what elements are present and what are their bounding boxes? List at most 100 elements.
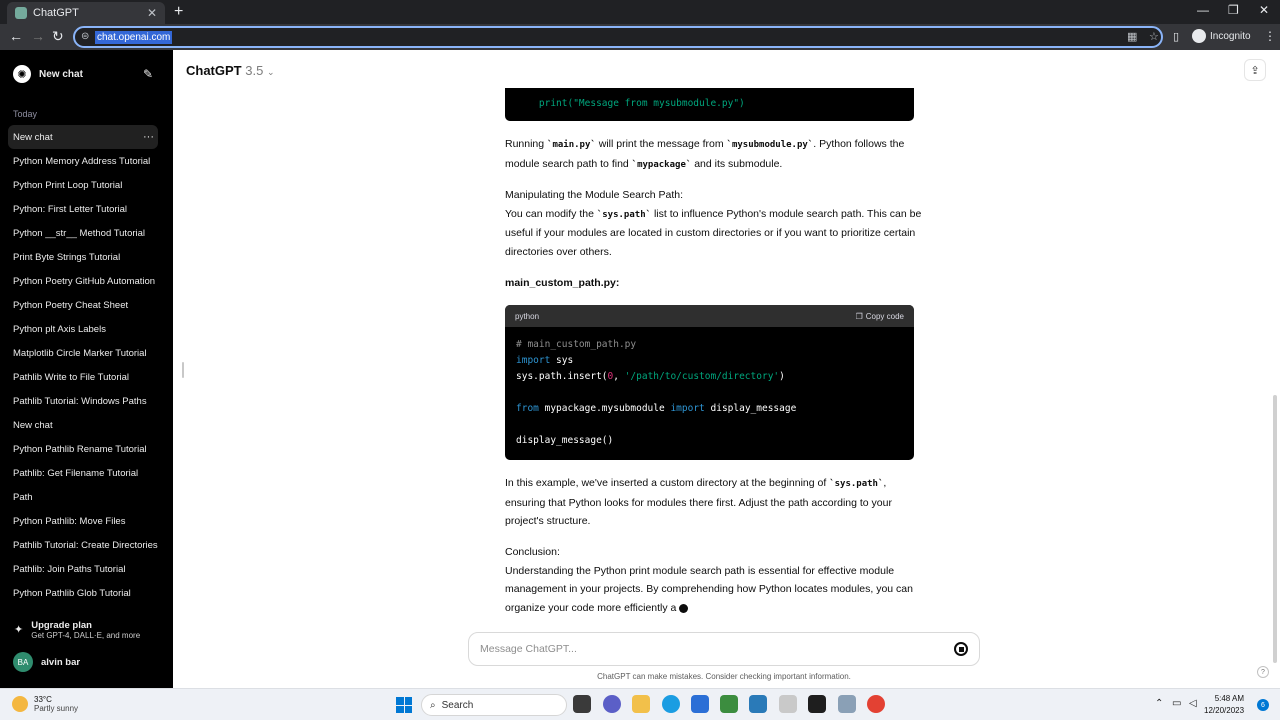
chat-item-label: Pathlib Tutorial: Create Directories — [13, 539, 158, 551]
chat-item[interactable]: Python plt Axis Labels — [8, 317, 158, 341]
minimize-icon[interactable]: — — [1197, 3, 1209, 17]
clock-time: 5:48 AM — [1214, 694, 1245, 703]
new-tab-icon[interactable]: + — [174, 3, 183, 21]
share-icon: ⇪ — [1250, 64, 1260, 77]
chat-item[interactable]: Pathlib Write to File Tutorial — [8, 365, 158, 389]
browser-tab[interactable]: ChatGPT ✕ — [7, 2, 165, 24]
browser-nav-bar: ← → ↻ ⊜ chat.openai.com ▦ ☆ ▯ Incognito … — [0, 24, 1280, 50]
clock-date: 12/20/2023 — [1204, 706, 1245, 715]
forward-icon[interactable]: → — [31, 28, 45, 44]
chat-item[interactable]: Pathlib Tutorial: Create Directories — [8, 533, 158, 557]
stop-generating-button[interactable] — [954, 642, 968, 656]
chat-item[interactable]: Pathlib: Join Paths Tutorial — [8, 557, 158, 581]
taskbar: 33°C Partly sunny ⌕ Search ⌃ ▭ ◁ 5:48 AM… — [0, 688, 1280, 720]
back-icon[interactable]: ← — [9, 28, 23, 44]
stop-icon — [958, 646, 964, 652]
chat-item-label: Print Byte Strings Tutorial — [13, 251, 121, 263]
model-version: 3.5 — [245, 63, 264, 78]
restore-icon[interactable]: ❐ — [1228, 3, 1239, 17]
chat-item[interactable]: Pathlib: Get Filename Tutorial — [8, 461, 158, 485]
reload-icon[interactable]: ↻ — [52, 28, 64, 45]
chrome-icon[interactable] — [867, 695, 885, 713]
code-token: display_message — [704, 403, 797, 414]
store-icon[interactable] — [691, 695, 709, 713]
browser-menu-icon[interactable]: ⋮ — [1264, 29, 1276, 43]
chat-item-label: Pathlib: Get Filename Tutorial — [13, 467, 139, 479]
typing-cursor-icon — [679, 603, 689, 613]
chat-item[interactable]: New chat ··· — [8, 125, 158, 149]
chat-item[interactable]: Matplotlib Circle Marker Tutorial — [8, 341, 158, 365]
site-info-icon[interactable]: ⊜ — [81, 31, 89, 42]
chat-item-label: Pathlib Write to File Tutorial — [13, 371, 129, 383]
sidebar-resize-handle[interactable] — [182, 362, 184, 378]
vscode-icon[interactable] — [749, 695, 767, 713]
edge-icon[interactable] — [662, 695, 680, 713]
chat-item[interactable]: Python Pathlib: Move Files — [8, 509, 158, 533]
chatgpt-favicon-icon — [15, 7, 27, 19]
file-explorer-icon[interactable] — [632, 695, 650, 713]
utility-app-icon[interactable] — [838, 695, 856, 713]
openai-logo-icon: ✺ — [13, 65, 31, 83]
incognito-indicator[interactable]: Incognito — [1192, 29, 1251, 43]
task-view-icon[interactable] — [573, 695, 591, 713]
help-icon[interactable]: ? — [1257, 666, 1269, 678]
new-chat-label: New chat — [39, 68, 83, 80]
chat-item[interactable]: Python Memory Address Tutorial — [8, 149, 158, 173]
network-icon[interactable]: ▭ — [1172, 698, 1181, 709]
more-options-icon[interactable]: ··· — [143, 131, 154, 143]
scrollbar[interactable] — [1273, 395, 1277, 663]
chat-item[interactable]: Path — [8, 485, 158, 509]
notification-badge[interactable]: 6 — [1257, 699, 1269, 711]
bookmark-star-icon[interactable]: ☆ — [1149, 30, 1159, 43]
chat-item[interactable]: New chat — [8, 413, 158, 437]
code-token: mypackage.mysubmodule — [538, 403, 671, 414]
section-heading: Manipulating the Module Search Path: — [505, 189, 684, 201]
code-line: sys.path.insert(0, '/path/to/custom/dire… — [516, 369, 903, 385]
notepad-icon[interactable] — [720, 695, 738, 713]
side-panel-icon[interactable]: ▯ — [1173, 30, 1179, 43]
terminal-icon[interactable] — [808, 695, 826, 713]
chat-item[interactable]: Python Poetry Cheat Sheet — [8, 293, 158, 317]
chat-item[interactable]: Pathlib Tutorial: Windows Paths — [8, 389, 158, 413]
pdf-app-icon[interactable] — [779, 695, 797, 713]
code-block: python ❐ Copy code # main_custom_path.py… — [505, 305, 914, 460]
weather-condition: Partly sunny — [34, 704, 79, 713]
copy-code-button[interactable]: ❐ Copy code — [856, 312, 904, 321]
chat-item[interactable]: Python __str__ Method Tutorial — [8, 221, 158, 245]
volume-icon[interactable]: ◁ — [1189, 698, 1197, 709]
chat-item-label: Python Pathlib Glob Tutorial — [13, 587, 131, 599]
edit-icon[interactable]: ✎ — [143, 67, 153, 81]
windows-start-icon[interactable] — [396, 697, 412, 713]
qr-code-icon[interactable]: ▦ — [1127, 30, 1137, 43]
incognito-label: Incognito — [1210, 30, 1251, 42]
user-menu[interactable]: BA alvin bar — [13, 652, 80, 672]
chat-item[interactable]: Python Pathlib Glob Tutorial — [8, 581, 158, 605]
chat-item[interactable]: Python: First Letter Tutorial — [8, 197, 158, 221]
model-selector[interactable]: ChatGPT 3.5 ⌄ — [186, 63, 275, 78]
browser-tab-bar: ChatGPT ✕ + — ❐ ✕ — [0, 0, 1280, 24]
new-chat-button[interactable]: ✺ New chat — [13, 65, 83, 83]
window-close-icon[interactable]: ✕ — [1259, 3, 1269, 17]
upgrade-plan-button[interactable]: ✦ Upgrade plan Get GPT-4, DALL·E, and mo… — [14, 620, 140, 640]
system-clock[interactable]: 5:48 AM 12/20/2023 — [1204, 693, 1244, 717]
address-bar[interactable]: ⊜ chat.openai.com ▦ ☆ — [73, 26, 1163, 48]
chat-item[interactable]: Python Poetry GitHub Automation — [8, 269, 158, 293]
message-composer[interactable] — [468, 632, 980, 666]
chat-item-label: Python Pathlib: Move Files — [13, 515, 126, 527]
chat-item[interactable]: Print Byte Strings Tutorial — [8, 245, 158, 269]
message-input[interactable] — [480, 643, 954, 655]
chat-app-icon[interactable] — [603, 695, 621, 713]
code-token: sys.path.insert( — [516, 371, 608, 382]
chat-item[interactable]: Python Pathlib Rename Tutorial — [8, 437, 158, 461]
chat-item[interactable]: Python Print Loop Tutorial — [8, 173, 158, 197]
paragraph: In this example, we've inserted a custom… — [505, 474, 925, 531]
chevron-up-icon[interactable]: ⌃ — [1155, 698, 1163, 709]
disclaimer: ChatGPT can make mistakes. Consider chec… — [597, 672, 851, 681]
url-text[interactable]: chat.openai.com — [95, 30, 173, 44]
weather-widget[interactable]: 33°C Partly sunny — [12, 695, 78, 713]
tab-close-icon[interactable]: ✕ — [147, 6, 157, 20]
code-token: , — [613, 371, 625, 382]
taskbar-search[interactable]: ⌕ Search — [421, 694, 567, 716]
code-language: python — [515, 311, 540, 321]
share-button[interactable]: ⇪ — [1244, 59, 1266, 81]
